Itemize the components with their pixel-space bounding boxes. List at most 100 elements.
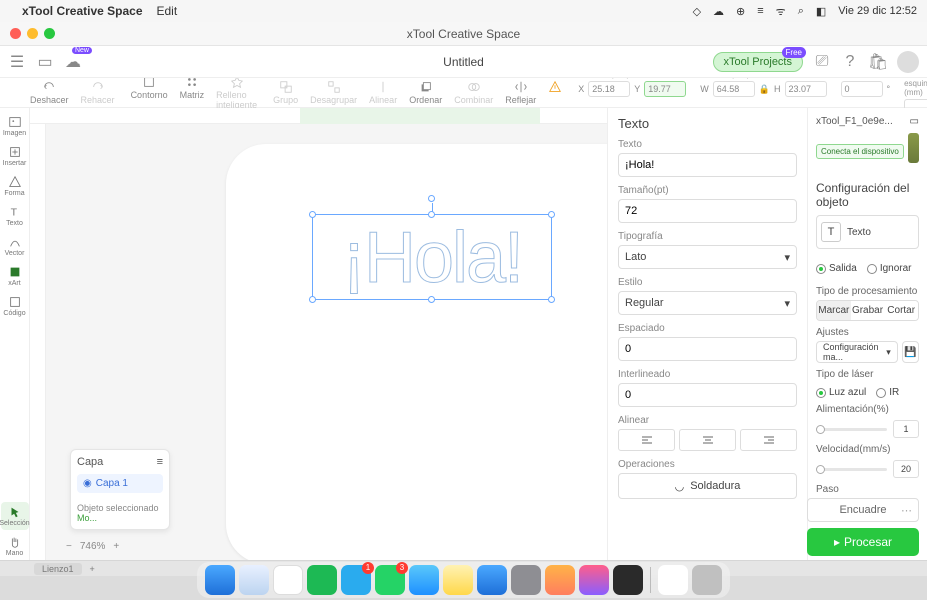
line-height-input[interactable] [618, 383, 797, 407]
tab-engrave[interactable]: Grabar [851, 301, 885, 320]
laser-ir-radio[interactable]: IR [876, 387, 899, 398]
tab-mark[interactable]: Marcar [817, 301, 851, 320]
menubar-edit[interactable]: Edit [157, 4, 178, 18]
eye-icon[interactable]: ◉ [83, 478, 92, 489]
resize-handle-br[interactable] [548, 296, 555, 303]
power-value[interactable]: 1 [893, 420, 919, 438]
align-right-button[interactable] [740, 429, 797, 451]
dock-trash[interactable] [692, 565, 722, 595]
outline-button[interactable]: Contorno [131, 75, 168, 110]
align-left-button[interactable] [618, 429, 675, 451]
add-icon[interactable]: ⊕ [736, 5, 745, 18]
projects-button[interactable]: xTool Projects Free [713, 52, 803, 72]
search-icon[interactable]: ⌕ [798, 5, 804, 18]
tool-select[interactable]: Selección [1, 502, 29, 530]
menu-icon[interactable]: ≡ [757, 5, 763, 17]
weld-button[interactable]: ◡Soldadura [618, 473, 797, 499]
dock-mail[interactable] [409, 565, 439, 595]
dock-xtool[interactable] [613, 565, 643, 595]
avatar[interactable] [897, 51, 919, 73]
cart-icon[interactable]: 🛍 [869, 53, 887, 71]
wifi-icon[interactable]: ᯤ [776, 4, 786, 19]
layer-row-1[interactable]: ◉ Capa 1 [77, 474, 163, 493]
artboard[interactable] [226, 144, 607, 560]
rotate-input[interactable]: 0 [841, 81, 883, 97]
dock-settings[interactable] [511, 565, 541, 595]
resize-handle-t[interactable] [428, 211, 435, 218]
ignore-radio[interactable]: Ignorar [867, 263, 912, 274]
document-title[interactable]: Untitled [443, 55, 484, 69]
settings-save-icon[interactable]: 💾 [902, 341, 919, 363]
rotate-handle[interactable] [428, 195, 435, 202]
speed-value[interactable]: 20 [893, 460, 919, 478]
zoom-window-button[interactable] [44, 28, 55, 39]
zoom-in-button[interactable]: + [113, 541, 119, 552]
text-selection-box[interactable]: ¡Hola! [312, 214, 552, 300]
tab-cut[interactable]: Cortar [884, 301, 918, 320]
text-content-input[interactable] [618, 153, 797, 177]
power-slider[interactable] [816, 428, 887, 431]
tool-image[interactable]: Imagen [1, 112, 29, 140]
camera-icon[interactable]: ⎚ [813, 53, 831, 71]
tool-vector[interactable]: Vector [1, 232, 29, 260]
tool-insert[interactable]: Insertar [1, 142, 29, 170]
dock-whatsapp[interactable]: 3 [375, 565, 405, 595]
dock-spotify[interactable] [307, 565, 337, 595]
tool-xart[interactable]: xArt [1, 262, 29, 290]
letter-spacing-input[interactable] [618, 337, 797, 361]
settings-preset-select[interactable]: Configuración ma...▾ [816, 341, 898, 363]
canvas-area[interactable]: ¡Hola! Capa≡ ◉ Capa 1 Objeto seleccionad… [30, 108, 607, 560]
output-radio[interactable]: Salida [816, 263, 857, 274]
dock-appstore[interactable] [477, 565, 507, 595]
zoom-value[interactable]: 746% [80, 541, 106, 552]
dock-telegram[interactable]: 1 [341, 565, 371, 595]
align-center-button[interactable] [679, 429, 736, 451]
tool-hand[interactable]: Mano [1, 532, 29, 560]
font-family-select[interactable]: Lato▾ [618, 245, 797, 269]
close-window-button[interactable] [10, 28, 21, 39]
resize-handle-bl[interactable] [309, 296, 316, 303]
frame-more-icon[interactable]: ⋯ [901, 504, 912, 517]
order-button[interactable]: Ordenar [409, 80, 442, 105]
dock-notes[interactable] [443, 565, 473, 595]
inbox-icon[interactable]: ◇ [693, 5, 701, 18]
layers-menu-icon[interactable]: ≡ [157, 456, 163, 468]
pos-x-input[interactable]: 25.18 [588, 81, 630, 97]
lock-aspect-icon[interactable]: 🔒 [759, 84, 770, 95]
tool-code[interactable]: Código [1, 292, 29, 320]
canvas-text-object[interactable]: ¡Hola! [313, 215, 551, 301]
resize-handle-tr[interactable] [548, 211, 555, 218]
dock-notion[interactable] [273, 565, 303, 595]
warning-icon[interactable] [548, 80, 562, 105]
pos-y-input[interactable]: 19.77 [644, 81, 686, 97]
dock-shortcuts[interactable] [579, 565, 609, 595]
selection-link[interactable]: Mo... [77, 513, 97, 523]
control-center-icon[interactable]: ◧ [816, 5, 826, 18]
reflect-button[interactable]: Reflejar [505, 80, 536, 105]
laser-blue-radio[interactable]: Luz azul [816, 387, 866, 398]
font-style-select[interactable]: Regular▾ [618, 291, 797, 315]
dock-launchpad[interactable] [545, 565, 575, 595]
frame-button[interactable]: Encuadre⋯ [807, 498, 919, 522]
menubar-clock[interactable]: Vie 29 dic 12:52 [838, 5, 917, 17]
matrix-button[interactable]: Matriz [180, 75, 205, 110]
cloud-icon[interactable]: ☁New [64, 53, 82, 71]
dock-finder[interactable] [205, 565, 235, 595]
tool-text[interactable]: TTexto [1, 202, 29, 230]
help-icon[interactable]: ? [841, 53, 859, 71]
process-button[interactable]: ▸Procesar [807, 528, 919, 556]
zoom-out-button[interactable]: − [66, 541, 72, 552]
folder-icon[interactable]: ▭ [36, 53, 54, 71]
resize-handle-b[interactable] [428, 296, 435, 303]
font-size-input[interactable] [618, 199, 797, 223]
tool-shape[interactable]: Forma [1, 172, 29, 200]
size-h-input[interactable]: 23.07 [785, 81, 827, 97]
minimize-window-button[interactable] [27, 28, 38, 39]
dock-safari[interactable] [239, 565, 269, 595]
object-type-chip[interactable]: T Texto [816, 215, 919, 249]
cloud-status-icon[interactable]: ☁ [713, 5, 724, 18]
menubar-app-name[interactable]: xTool Creative Space [22, 4, 143, 18]
dock-recent-doc[interactable] [658, 565, 688, 595]
device-list-icon[interactable]: ▭ [910, 116, 919, 127]
connect-device-button[interactable]: Conecta el dispositivo [816, 144, 904, 159]
